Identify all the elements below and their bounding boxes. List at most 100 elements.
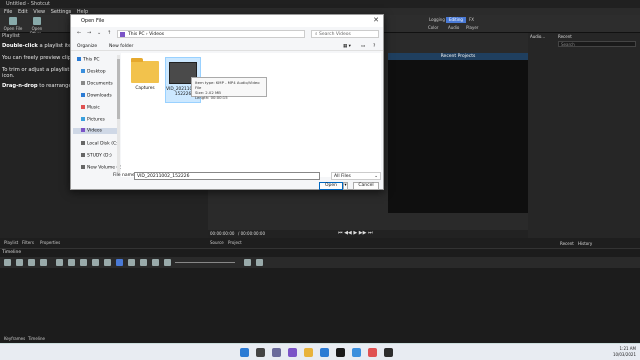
tab-source[interactable]: Source	[210, 240, 224, 247]
ripple-icon[interactable]	[140, 259, 147, 266]
music-icon	[81, 105, 85, 109]
video-area[interactable]	[388, 53, 528, 213]
tab-project[interactable]: Project	[228, 240, 242, 247]
file-type-select[interactable]: All Files ⌄	[331, 172, 381, 180]
filename-input[interactable]: VID_20211002_152226	[134, 172, 320, 180]
view-options-icon[interactable]: ▦ ▾	[343, 44, 351, 49]
folder-icon	[131, 58, 159, 83]
forward-arrow-icon[interactable]: →	[87, 30, 91, 36]
drive-icon	[81, 165, 85, 169]
layout-player[interactable]: Player	[466, 25, 478, 30]
recent-panel: Recent Search Recent History	[556, 33, 640, 246]
open-dropdown-button[interactable]: ▾	[343, 182, 348, 190]
app-icon[interactable]	[368, 348, 377, 357]
nav-this-pc[interactable]: This PC	[77, 57, 99, 63]
nav-downloads[interactable]: Downloads	[81, 93, 112, 99]
transport-controls[interactable]: ⏮ ◀◀ ▶ ▶▶ ⏭	[338, 230, 373, 236]
lift-icon[interactable]	[80, 259, 87, 266]
close-icon[interactable]: ✕	[373, 16, 379, 24]
tab-recent[interactable]: Recent	[560, 241, 574, 246]
menu-icon[interactable]	[4, 259, 11, 266]
nav-label: This PC	[83, 57, 100, 63]
edge-icon[interactable]	[320, 348, 329, 357]
tooltip-length: Length: 00:00:15	[195, 95, 228, 100]
split-icon[interactable]	[104, 259, 111, 266]
ripple-all-icon[interactable]	[152, 259, 159, 266]
shotcut-icon[interactable]	[384, 348, 393, 357]
search-icon[interactable]	[256, 348, 265, 357]
chevron-down-icon: ⌄	[374, 174, 378, 179]
new-folder-button[interactable]: New folder	[109, 44, 133, 49]
preview-pane-icon[interactable]: ▭	[361, 44, 365, 49]
paste-icon[interactable]	[40, 259, 47, 266]
timecode[interactable]: 00:00:00:00	[210, 231, 234, 236]
file-tooltip: Item type: KMP - MP4 Audio/Video File Si…	[191, 77, 267, 100]
append-icon[interactable]	[56, 259, 63, 266]
tab-playlist[interactable]: Playlist	[4, 240, 18, 247]
nav-videos[interactable]: Videos	[73, 128, 117, 134]
folder-open-icon	[9, 17, 17, 25]
back-arrow-icon[interactable]: ←	[77, 30, 81, 36]
tab-history[interactable]: History	[578, 241, 592, 246]
nav-desktop[interactable]: Desktop	[81, 69, 106, 75]
nav-label: Pictures	[87, 117, 105, 123]
open-other-button[interactable]: Open Other...	[26, 17, 48, 36]
file-item-captures[interactable]: Captures	[127, 57, 163, 103]
desktop-icon	[81, 69, 85, 73]
scrub-icon[interactable]	[128, 259, 135, 266]
store-icon[interactable]	[336, 348, 345, 357]
nav-study-d[interactable]: STUDY (D:)	[81, 153, 112, 159]
breadcrumb-videos[interactable]: Videos	[149, 32, 164, 37]
layout-logging[interactable]: Logging	[426, 17, 448, 23]
open-other-icon	[33, 17, 41, 25]
chevron-down-icon[interactable]: ⌄	[97, 30, 101, 36]
mail-icon[interactable]	[352, 348, 361, 357]
nav-documents[interactable]: Documents	[81, 81, 113, 87]
open-button[interactable]: Open	[319, 182, 343, 190]
teams-icon[interactable]	[288, 348, 297, 357]
zoom-fit-icon[interactable]	[256, 259, 263, 266]
duration: / 00:00:00:00	[238, 231, 266, 236]
playlist-title: Playlist	[2, 33, 20, 39]
window-title: Untitled - Shotcut	[6, 1, 51, 7]
address-bar[interactable]: This PC › Videos	[117, 30, 305, 38]
task-view-icon[interactable]	[272, 348, 281, 357]
tab-properties[interactable]: Properties	[40, 240, 60, 247]
open-file-label: Open File	[3, 26, 23, 31]
nav-music[interactable]: Music	[81, 105, 100, 111]
recent-search-input[interactable]: Search	[558, 41, 636, 47]
zoom-slider[interactable]	[175, 262, 235, 263]
nav-local-disk-c[interactable]: Local Disk (C:)	[81, 141, 119, 147]
search-input[interactable]: ⌕ Search Videos	[311, 30, 379, 38]
zoom-in-icon[interactable]	[244, 259, 251, 266]
documents-icon	[81, 81, 85, 85]
cancel-button[interactable]: Cancel	[353, 182, 379, 190]
remove-icon[interactable]	[68, 259, 75, 266]
copy-icon[interactable]	[28, 259, 35, 266]
breadcrumb-this-pc[interactable]: This PC	[128, 32, 144, 37]
tab-filters[interactable]: Filters	[22, 240, 34, 247]
overwrite-icon[interactable]	[92, 259, 99, 266]
cancel-label: Cancel	[358, 183, 374, 188]
dialog-titlebar: Open File ✕	[71, 15, 383, 27]
layout-fx[interactable]: FX	[466, 17, 477, 23]
nav-label: Local Disk (C:)	[87, 141, 120, 147]
tab-timeline[interactable]: Timeline	[28, 336, 45, 342]
nav-pictures[interactable]: Pictures	[81, 117, 105, 123]
zoom-out-icon[interactable]	[164, 259, 171, 266]
file-explorer-icon[interactable]	[304, 348, 313, 357]
timeline-title: Timeline	[2, 250, 22, 255]
layout-audio[interactable]: Audio	[448, 25, 459, 30]
cut-icon[interactable]	[16, 259, 23, 266]
nav-scrollbar[interactable]	[117, 55, 120, 173]
up-arrow-icon[interactable]: ↑	[107, 30, 111, 36]
start-icon[interactable]	[240, 348, 249, 357]
organize-button[interactable]: Organize	[77, 44, 97, 49]
snap-icon[interactable]	[116, 259, 123, 266]
tab-keyframes[interactable]: Keyframes	[4, 336, 25, 342]
help-icon[interactable]: ?	[373, 44, 375, 49]
layout-color[interactable]: Color	[428, 25, 438, 30]
open-file-button[interactable]: Open File	[2, 17, 24, 32]
system-tray[interactable]: 1:21 AM 10/03/2021	[613, 346, 636, 358]
layout-editing[interactable]: Editing	[446, 17, 466, 23]
